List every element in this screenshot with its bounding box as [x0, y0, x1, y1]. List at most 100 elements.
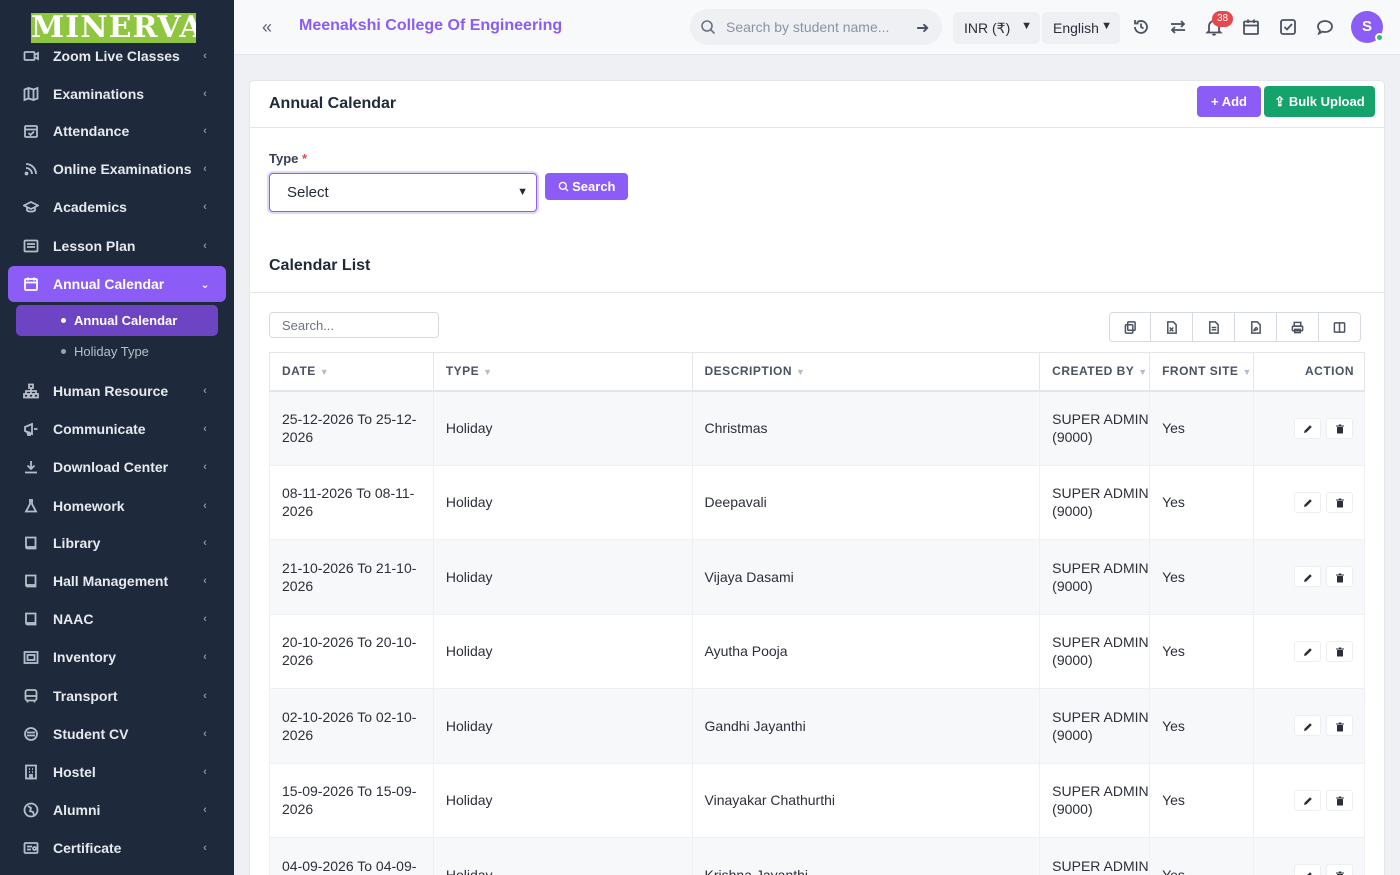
currency-value: INR (₹) — [964, 19, 1011, 36]
col-header-created-by[interactable]: CREATED BY ▼ — [1039, 352, 1151, 392]
calendar-check-icon — [22, 122, 40, 140]
list-icon — [22, 237, 40, 255]
student-search-input[interactable] — [726, 17, 906, 37]
book-icon — [22, 534, 40, 552]
sidebar-subitem-holiday-type[interactable]: Holiday Type — [16, 336, 218, 367]
chevron-left-icon: ‹ — [203, 690, 207, 702]
col-header-front-site[interactable]: FRONT SITE ▼ — [1149, 352, 1255, 392]
delete-icon[interactable] — [1326, 640, 1353, 662]
delete-icon[interactable] — [1326, 789, 1353, 811]
avatar[interactable]: S — [1351, 11, 1384, 43]
pdf-icon[interactable] — [1235, 312, 1277, 342]
search-icon — [558, 181, 568, 192]
sidebar-item-communicate[interactable]: Communicate ‹ — [8, 411, 226, 447]
sidebar-item-lesson-plan[interactable]: Lesson Plan ‹ — [8, 228, 226, 264]
sidebar-item-hall-management[interactable]: Hall Management ‹ — [8, 563, 226, 599]
chevron-left-icon: ‹ — [203, 125, 207, 137]
col-header-description[interactable]: DESCRIPTION ▼ — [691, 352, 1041, 392]
columns-icon[interactable] — [1319, 312, 1361, 342]
sidebar-item-library[interactable]: Library ‹ — [8, 525, 226, 561]
delete-icon[interactable] — [1326, 417, 1353, 439]
cell-created-by: SUPER ADMIN (9000) — [1039, 688, 1151, 764]
sort-icon: ▼ — [483, 367, 493, 378]
delete-icon[interactable] — [1326, 491, 1353, 513]
sidebar-subitem-annual-calendar[interactable]: Annual Calendar — [16, 305, 218, 336]
card-header: Annual Calendar + Add ⇪ Bulk Upload — [250, 81, 1384, 128]
task-check-icon[interactable] — [1279, 18, 1297, 36]
delete-icon[interactable] — [1326, 566, 1353, 588]
edit-icon[interactable] — [1294, 491, 1321, 513]
sidebar-item-examinations[interactable]: Examinations ‹ — [8, 76, 226, 112]
divider — [250, 292, 1384, 293]
bulk-upload-button[interactable]: ⇪ Bulk Upload — [1264, 86, 1375, 117]
chevron-down-icon: ⌄ — [200, 278, 210, 291]
sidebar-item-annual-calendar[interactable]: Annual Calendar ⌄ — [8, 266, 226, 302]
edit-icon[interactable] — [1294, 789, 1321, 811]
csv-icon[interactable] — [1193, 312, 1235, 342]
sidebar-item-homework[interactable]: Homework ‹ — [8, 488, 226, 524]
sidebar-item-transport[interactable]: Transport ‹ — [8, 678, 226, 714]
sidebar-subitem-label: Holiday Type — [74, 344, 149, 359]
cell-created-by: SUPER ADMIN (9000) — [1039, 613, 1151, 689]
graduation-cap-icon — [22, 198, 40, 216]
excel-icon[interactable] — [1151, 312, 1193, 342]
calendar-icon[interactable] — [1242, 18, 1260, 36]
collapse-sidebar-icon[interactable]: « — [262, 18, 278, 36]
logo[interactable]: MINERVA — [31, 13, 196, 43]
cell-description: Krishna Jayanthi — [691, 837, 1041, 875]
type-select[interactable]: Select ▼ — [269, 173, 537, 212]
add-button[interactable]: + Add — [1197, 86, 1261, 117]
edit-icon[interactable] — [1294, 566, 1321, 588]
delete-icon[interactable] — [1326, 864, 1353, 875]
cell-created-by: SUPER ADMIN (9000) — [1039, 390, 1151, 466]
cell-type: Holiday — [432, 539, 693, 615]
page-title: Annual Calendar — [269, 95, 397, 112]
cell-front-site: Yes — [1149, 837, 1255, 875]
search-button[interactable]: Search — [545, 173, 628, 200]
sidebar-item-hostel[interactable]: Hostel ‹ — [8, 754, 226, 790]
table-row: 02-10-2026 To 02-10-2026 Holiday Gandhi Ja… — [269, 688, 1365, 764]
sidebar-item-download-center[interactable]: Download Center ‹ — [8, 449, 226, 485]
edit-icon[interactable] — [1294, 864, 1321, 875]
calendar-icon — [22, 275, 40, 293]
col-header-date[interactable]: DATE ▼ — [269, 352, 434, 392]
print-icon[interactable] — [1277, 312, 1319, 342]
certificate-icon — [22, 839, 40, 857]
sidebar-item-label: Communicate — [53, 421, 146, 437]
cell-action — [1253, 837, 1365, 875]
table-search-input[interactable] — [269, 312, 439, 338]
switch-icon[interactable] — [1169, 18, 1187, 36]
sidebar-item-naac[interactable]: NAAC ‹ — [8, 601, 226, 637]
edit-icon[interactable] — [1294, 715, 1321, 737]
chevron-left-icon: ‹ — [203, 537, 207, 549]
history-icon[interactable] — [1132, 18, 1150, 36]
school-name[interactable]: Meenakshi College Of Engineering — [299, 17, 562, 35]
cell-front-site: Yes — [1149, 464, 1255, 540]
cell-front-site: Yes — [1149, 613, 1255, 689]
sidebar-item-online-examinations[interactable]: Online Examinations ‹ — [8, 151, 226, 187]
sidebar-item-certificate[interactable]: Certificate ‹ — [8, 830, 226, 866]
sidebar-item-inventory[interactable]: Inventory ‹ — [8, 639, 226, 675]
calendar-list-title: Calendar List — [269, 257, 371, 274]
map-icon — [22, 85, 40, 103]
cell-created-by: SUPER ADMIN (9000) — [1039, 464, 1151, 540]
arrow-right-icon[interactable]: ➜ — [916, 18, 932, 37]
sidebar-item-academics[interactable]: Academics ‹ — [8, 189, 226, 225]
sidebar-item-alumni[interactable]: Alumni ‹ — [8, 792, 226, 828]
copy-icon[interactable] — [1109, 312, 1151, 342]
edit-icon[interactable] — [1294, 640, 1321, 662]
bullet-icon — [61, 318, 66, 323]
sidebar-item-attendance[interactable]: Attendance ‹ — [8, 113, 226, 149]
col-header-type[interactable]: TYPE ▼ — [432, 352, 693, 392]
sidebar-item-human-resource[interactable]: Human Resource ‹ — [8, 373, 226, 409]
chevron-left-icon: ‹ — [203, 163, 207, 175]
edit-icon[interactable] — [1294, 417, 1321, 439]
chevron-left-icon: ‹ — [203, 842, 207, 854]
currency-select[interactable]: INR (₹) ▼ — [953, 12, 1040, 44]
chevron-left-icon: ‹ — [203, 500, 207, 512]
type-select-value: Select — [287, 184, 329, 201]
sidebar-item-student-cv[interactable]: Student CV ‹ — [8, 716, 226, 752]
delete-icon[interactable] — [1326, 715, 1353, 737]
chat-icon[interactable] — [1316, 18, 1334, 36]
language-select[interactable]: English ▼ — [1042, 12, 1120, 44]
